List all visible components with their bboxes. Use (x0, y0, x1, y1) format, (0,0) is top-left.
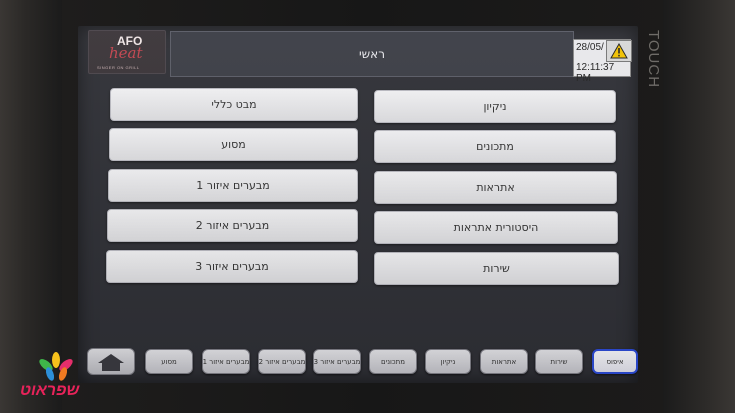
bottom-button-burners-zone-1[interactable]: מבערים איזור 1 (202, 349, 250, 374)
time-readout: 12:11:37 PM (576, 62, 615, 84)
menu-button-burners-zone-3[interactable]: מבערים איזור 3 (106, 250, 358, 283)
bottom-button-alarms[interactable]: אתראות (480, 349, 528, 374)
menu-button-label: שירות (483, 262, 510, 275)
menu-button-burners-zone-1[interactable]: מבערים איזור 1 (108, 169, 358, 202)
menu-button-conveyor[interactable]: מסוע (109, 128, 358, 161)
page-title: ראשי (359, 47, 385, 61)
bottom-button-label: ניקיון (440, 357, 456, 366)
bottom-button-recipes[interactable]: מתכונים (369, 349, 417, 374)
alarm-warning-button[interactable] (606, 40, 632, 62)
menu-button-label: מסוע (221, 138, 246, 151)
menu-button-recipes[interactable]: מתכונים (374, 130, 616, 163)
bottom-button-label: מסוע (161, 357, 177, 366)
bottom-button-label: איפוס (606, 357, 624, 366)
logo-brand-script: heat (109, 44, 143, 62)
channel-watermark: שפראוט (6, 352, 86, 408)
bottom-button-burners-zone-2[interactable]: מבערים איזור 2 (258, 349, 306, 374)
menu-button-label: מבערים איזור 3 (195, 260, 269, 273)
menu-button-label: מבערים איזור 2 (195, 219, 270, 232)
hmi-screen: AFO heat SINGER ON GRILL ראשי 28/05/ 12:… (78, 26, 638, 383)
home-icon (98, 353, 124, 371)
menu-button-burners-zone-2[interactable]: מבערים איזור 2 (107, 209, 358, 242)
bezel-right (663, 0, 735, 413)
bottom-button-service[interactable]: שירות (535, 349, 583, 374)
menu-button-label: מבט כללי (211, 98, 257, 111)
screen-glare (78, 26, 638, 383)
menu-button-overview[interactable]: מבט כללי (110, 88, 358, 121)
bottom-button-conveyor[interactable]: מסוע (145, 349, 193, 374)
bottom-button-label: מבערים איזור 1 (202, 357, 250, 366)
bottom-button-label: מתכונים (381, 357, 405, 366)
bottom-button-label: מבערים איזור 3 (313, 357, 361, 366)
bottom-button-cleaning[interactable]: ניקיון (425, 349, 471, 374)
menu-button-label: אתראות (476, 181, 515, 194)
menu-button-label: היסטורית אתראות (453, 221, 539, 234)
flower-logo-icon (39, 352, 73, 381)
logo-tagline: SINGER ON GRILL (97, 65, 140, 70)
home-button[interactable] (87, 348, 135, 375)
menu-button-cleaning[interactable]: ניקיון (374, 90, 616, 123)
menu-button-alarm-history[interactable]: היסטורית אתראות (374, 211, 618, 244)
watermark-text: שפראוט (20, 382, 80, 399)
date-readout: 28/05/ (576, 42, 604, 53)
afo-heat-logo: AFO heat SINGER ON GRILL (88, 30, 166, 74)
menu-button-label: מבערים איזור 1 (196, 179, 270, 192)
bottom-button-label: מבערים איזור 2 (258, 357, 306, 366)
menu-button-alarms[interactable]: אתראות (374, 171, 617, 204)
menu-button-label: מתכונים (476, 140, 514, 153)
bottom-button-burners-zone-3[interactable]: מבערים איזור 3 (313, 349, 361, 374)
page-title-bar: ראשי (170, 31, 574, 77)
menu-button-service[interactable]: שירות (374, 252, 619, 285)
bottom-button-reset[interactable]: איפוס (592, 349, 638, 374)
bottom-button-label: אתראות (491, 357, 517, 366)
touch-label: TOUCH (645, 30, 662, 89)
bottom-button-label: שירות (550, 357, 568, 366)
menu-button-label: ניקיון (483, 100, 507, 113)
warning-icon (610, 43, 628, 59)
